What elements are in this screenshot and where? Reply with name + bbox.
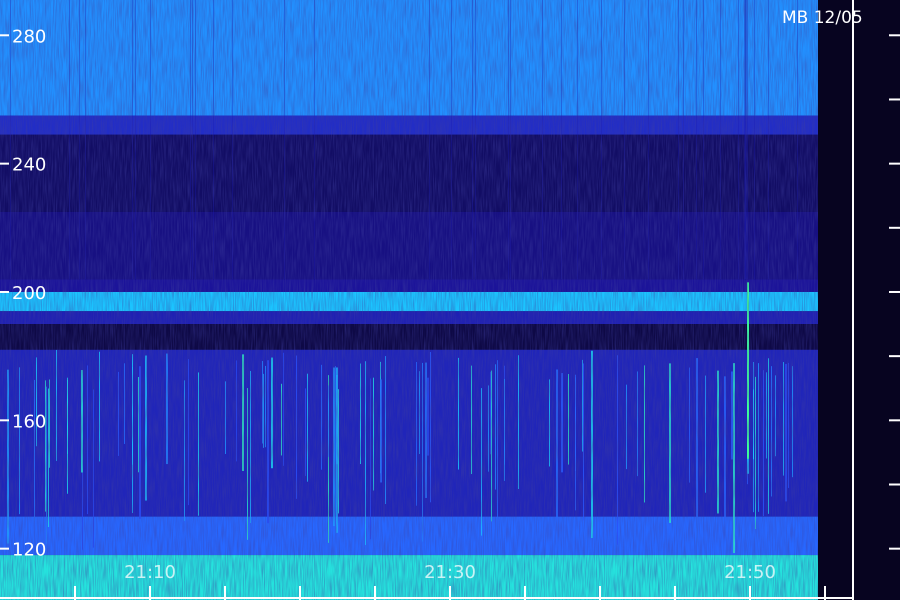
x-tick-label: 21:50 — [724, 562, 776, 583]
y-tick-label: 200 — [12, 283, 46, 304]
y-tick-label: 160 — [12, 411, 46, 432]
chart-title: MB 12/05 — [782, 8, 863, 28]
spectrogram-chart: 120 160 200 240 280 21:10 21:30 21:50 MB 12/05 — [0, 0, 900, 600]
noise-texture — [0, 0, 850, 600]
x-tick-label: 21:30 — [424, 562, 476, 583]
y-tick-label: 240 — [12, 155, 46, 176]
right-dark-region — [818, 0, 900, 600]
y-tick-label: 120 — [12, 540, 46, 561]
x-tick-label: 21:10 — [124, 562, 176, 583]
y-tick-label: 280 — [12, 26, 46, 47]
